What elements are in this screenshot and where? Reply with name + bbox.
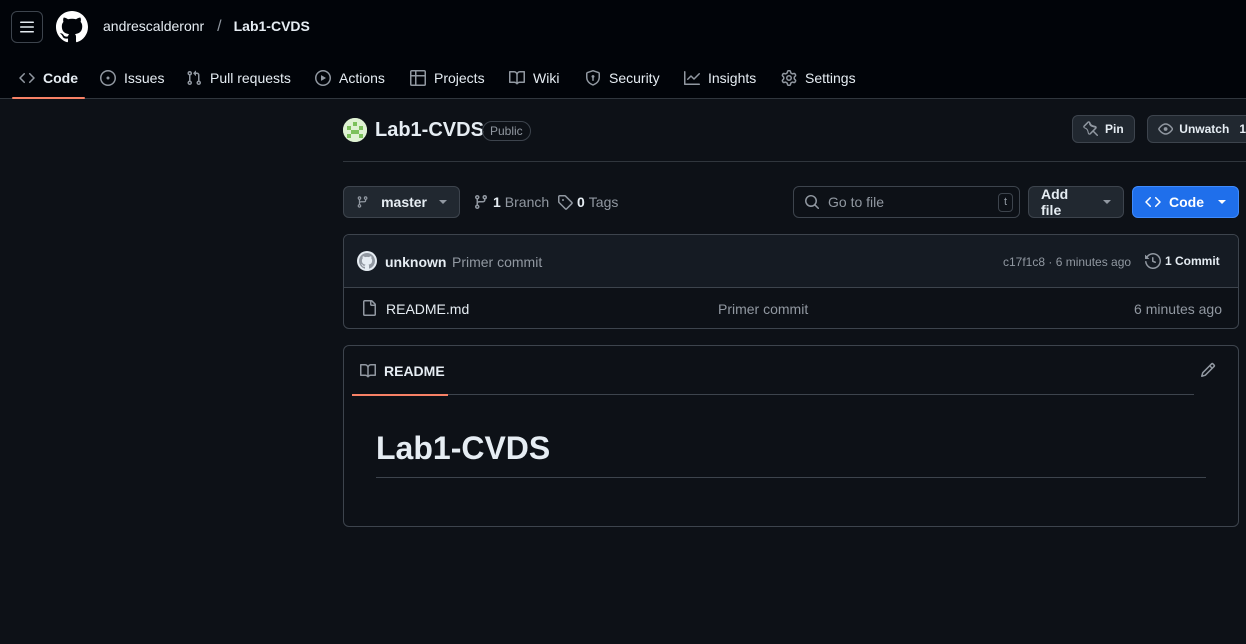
file-commit-message[interactable]: Primer commit <box>718 301 808 317</box>
tab-actions-label: Actions <box>339 70 385 86</box>
code-icon <box>19 72 35 84</box>
git-pull-request-icon <box>187 70 202 86</box>
graph-icon <box>684 71 700 85</box>
latest-commit-row: unknown Primer commit c17f1c8 · 6 minute… <box>344 235 1238 288</box>
tab-insights[interactable]: Insights <box>684 58 756 98</box>
repo-title[interactable]: Lab1-CVDS <box>375 119 484 142</box>
tab-issues-label: Issues <box>124 70 165 86</box>
code-icon <box>1145 196 1161 208</box>
branch-selector[interactable]: master <box>343 186 460 218</box>
go-to-file-input[interactable] <box>828 194 978 210</box>
tab-projects-label: Projects <box>434 70 485 86</box>
keyboard-shortcut-hint: t <box>998 193 1013 212</box>
tab-actions[interactable]: Actions <box>315 58 385 98</box>
commit-author-avatar[interactable] <box>357 251 377 271</box>
branches-link[interactable]: 1 Branch <box>473 194 549 210</box>
tag-count: 0 <box>577 194 585 210</box>
book-icon <box>509 70 525 85</box>
pencil-icon[interactable] <box>1200 362 1216 378</box>
tab-code-label: Code <box>43 70 78 86</box>
tags-link[interactable]: 0 Tags <box>557 194 618 210</box>
pin-icon <box>1083 121 1099 137</box>
file-icon <box>363 300 376 316</box>
file-commit-age: 6 minutes ago <box>1134 301 1222 317</box>
search-icon <box>805 195 820 210</box>
breadcrumb: andrescalderonr / Lab1-CVDS <box>103 18 310 36</box>
commit-message[interactable]: Primer commit <box>452 254 542 270</box>
table-icon <box>410 70 426 86</box>
unwatch-button[interactable]: Unwatch 1 <box>1147 115 1246 143</box>
issue-opened-icon <box>100 70 116 86</box>
hamburger-icon <box>20 21 34 33</box>
book-icon <box>360 363 376 377</box>
breadcrumb-owner[interactable]: andrescalderonr <box>103 18 204 36</box>
unwatch-label: Unwatch <box>1179 122 1230 136</box>
menu-button[interactable] <box>11 11 43 43</box>
tab-security[interactable]: Security <box>585 58 660 98</box>
github-logo-icon <box>359 253 375 269</box>
git-branch-icon <box>474 195 487 210</box>
tab-pull-requests-label: Pull requests <box>210 70 291 86</box>
pin-label: Pin <box>1105 122 1124 136</box>
tab-readme-label: README <box>384 362 445 379</box>
github-logo-icon[interactable] <box>56 11 88 43</box>
shield-icon <box>586 70 600 86</box>
branch-count: 1 <box>493 194 501 210</box>
visibility-badge: Public <box>482 121 531 141</box>
tab-security-label: Security <box>609 70 660 86</box>
branch-count-label: Branch <box>504 194 550 210</box>
tab-projects[interactable]: Projects <box>410 58 485 98</box>
readme-heading: Lab1-CVDS <box>376 430 1206 478</box>
commit-count: 1 Commit <box>1165 254 1220 268</box>
table-row[interactable]: README.md Primer commit 6 minutes ago <box>344 288 1238 328</box>
file-table: unknown Primer commit c17f1c8 · 6 minute… <box>343 234 1239 329</box>
commit-sha-time[interactable]: c17f1c8 · 6 minutes ago <box>1003 255 1131 269</box>
code-button-label: Code <box>1169 194 1204 210</box>
caret-down-icon <box>1103 200 1111 204</box>
code-button[interactable]: Code <box>1132 186 1239 218</box>
readme-panel: README Lab1-CVDS <box>343 345 1239 527</box>
add-file-label: Add file <box>1041 186 1069 218</box>
owner-avatar[interactable] <box>343 118 367 142</box>
tab-settings[interactable]: Settings <box>781 58 856 98</box>
tab-wiki-label: Wiki <box>533 70 560 86</box>
commit-history-link[interactable]: 1 Commit <box>1145 253 1220 269</box>
tab-issues[interactable]: Issues <box>100 58 164 98</box>
branch-name: master <box>381 194 427 210</box>
tab-pull-requests[interactable]: Pull requests <box>186 58 291 98</box>
eye-icon <box>1158 123 1174 135</box>
add-file-button[interactable]: Add file <box>1028 186 1124 218</box>
app-header: andrescalderonr / Lab1-CVDS Code Issues … <box>0 0 1246 99</box>
tag-count-label: Tags <box>588 194 619 210</box>
caret-down-icon <box>1218 200 1226 204</box>
caret-down-icon <box>439 200 447 204</box>
tab-settings-label: Settings <box>805 70 856 86</box>
file-name[interactable]: README.md <box>386 301 469 317</box>
tab-insights-label: Insights <box>708 70 757 86</box>
go-to-file-search[interactable]: t <box>793 186 1020 218</box>
gear-icon <box>781 70 797 86</box>
tab-readme[interactable]: README <box>352 346 448 396</box>
watch-count: 1 <box>1239 122 1246 136</box>
play-icon <box>315 70 331 86</box>
tag-icon <box>558 195 573 210</box>
readme-tabs: README <box>344 346 1238 396</box>
git-branch-icon <box>357 196 368 208</box>
tab-code[interactable]: Code <box>12 58 85 99</box>
tab-wiki[interactable]: Wiki <box>509 58 559 98</box>
commit-author[interactable]: unknown <box>385 254 446 270</box>
breadcrumb-repo[interactable]: Lab1-CVDS <box>234 18 310 36</box>
history-icon <box>1145 253 1161 269</box>
pin-button[interactable]: Pin <box>1072 115 1135 143</box>
breadcrumb-separator: / <box>217 18 222 35</box>
